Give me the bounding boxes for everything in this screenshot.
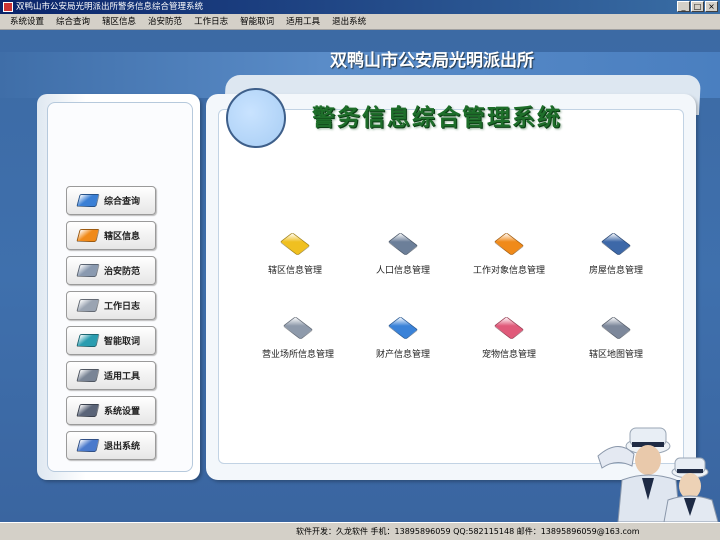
maximize-button[interactable]: □ xyxy=(691,1,704,12)
status-text: 软件开发：久龙软件 手机：13895896059 QQ:582115148 邮件… xyxy=(296,527,640,536)
business-icon xyxy=(282,316,314,340)
feature-work-target[interactable]: 工作对象信息管理 xyxy=(459,232,559,276)
log-icon xyxy=(76,299,100,312)
feature-map[interactable]: 辖区地图管理 xyxy=(566,316,666,360)
feature-house[interactable]: 房屋信息管理 xyxy=(566,232,666,276)
menu-district-info[interactable]: 辖区信息 xyxy=(96,14,142,29)
minimize-button[interactable]: _ xyxy=(677,1,690,12)
sidebar-item-label: 智能取词 xyxy=(104,337,141,347)
menu-bar: 系统设置 综合查询 辖区信息 治安防范 工作日志 智能取词 适用工具 退出系统 xyxy=(0,14,720,30)
settings-icon xyxy=(76,404,100,417)
sidebar-item-label: 适用工具 xyxy=(104,372,141,382)
menu-exit[interactable]: 退出系统 xyxy=(326,14,372,29)
sidebar-item-comprehensive-query[interactable]: 综合查询 xyxy=(66,186,156,215)
property-icon xyxy=(387,316,419,340)
sidebar-item-label: 工作日志 xyxy=(104,302,141,312)
feature-label: 辖区地图管理 xyxy=(588,350,643,360)
police-officers-illustration xyxy=(597,427,719,522)
feature-label: 营业场所信息管理 xyxy=(261,350,334,360)
app-icon xyxy=(3,2,13,12)
work-target-icon xyxy=(493,232,525,256)
sidebar-item-system-settings[interactable]: 系统设置 xyxy=(66,396,156,425)
security-icon xyxy=(76,264,100,277)
feature-district-info[interactable]: 辖区信息管理 xyxy=(245,232,345,276)
sidebar-item-district-info[interactable]: 辖区信息 xyxy=(66,221,156,250)
sidebar-item-label: 治安防范 xyxy=(104,267,141,277)
sidebar-item-label: 综合查询 xyxy=(104,197,141,207)
feature-label: 工作对象信息管理 xyxy=(472,266,545,276)
station-name: 双鸭山市公安局光明派出所 xyxy=(330,51,534,71)
sidebar-item-work-log[interactable]: 工作日志 xyxy=(66,291,156,320)
map-icon xyxy=(600,316,632,340)
feature-label: 宠物信息管理 xyxy=(481,350,536,360)
sidebar-item-public-security[interactable]: 治安防范 xyxy=(66,256,156,285)
word-icon xyxy=(76,334,100,347)
district-info-icon xyxy=(279,232,311,256)
main-area: 双鸭山市公安局光明派出所 综合查询 辖区信息 治安防范 工作日志 智能取词 适用… xyxy=(0,30,720,522)
sidebar-item-tools[interactable]: 适用工具 xyxy=(66,361,156,390)
feature-pet[interactable]: 宠物信息管理 xyxy=(459,316,559,360)
close-button[interactable]: × xyxy=(705,1,718,12)
menu-system-settings[interactable]: 系统设置 xyxy=(4,14,50,29)
window-title: 双鸭山市公安局光明派出所警务信息综合管理系统 xyxy=(16,2,204,12)
house-icon xyxy=(600,232,632,256)
sidebar-panel: 综合查询 辖区信息 治安防范 工作日志 智能取词 适用工具 系统设置 退出系统 xyxy=(37,94,200,480)
exit-icon xyxy=(76,439,100,452)
feature-business[interactable]: 营业场所信息管理 xyxy=(248,316,348,360)
pet-icon xyxy=(493,316,525,340)
window-controls: _ □ × xyxy=(677,1,718,12)
feature-population[interactable]: 人口信息管理 xyxy=(353,232,453,276)
title-bar: 双鸭山市公安局光明派出所警务信息综合管理系统 _ □ × xyxy=(0,0,720,14)
population-icon xyxy=(387,232,419,256)
circle-decoration xyxy=(226,88,286,148)
menu-public-security[interactable]: 治安防范 xyxy=(142,14,188,29)
tools-icon xyxy=(76,369,100,382)
sidebar-item-exit[interactable]: 退出系统 xyxy=(66,431,156,460)
sidebar-item-label: 系统设置 xyxy=(104,407,141,417)
menu-comprehensive-query[interactable]: 综合查询 xyxy=(50,14,96,29)
sidebar-item-label: 辖区信息 xyxy=(104,232,141,242)
menu-smart-word[interactable]: 智能取词 xyxy=(234,14,280,29)
feature-property[interactable]: 财产信息管理 xyxy=(353,316,453,360)
feature-label: 财产信息管理 xyxy=(375,350,430,360)
menu-work-log[interactable]: 工作日志 xyxy=(188,14,234,29)
sidebar-item-label: 退出系统 xyxy=(104,442,141,452)
feature-label: 房屋信息管理 xyxy=(588,266,643,276)
search-icon xyxy=(76,194,100,207)
system-title: 警务信息综合管理系统 xyxy=(312,105,562,131)
status-bar: 软件开发：久龙软件 手机：13895896059 QQ:582115148 邮件… xyxy=(0,522,720,540)
sidebar-item-smart-word[interactable]: 智能取词 xyxy=(66,326,156,355)
broadcast-icon xyxy=(76,229,100,242)
feature-label: 人口信息管理 xyxy=(375,266,430,276)
menu-tools[interactable]: 适用工具 xyxy=(280,14,326,29)
feature-label: 辖区信息管理 xyxy=(267,266,322,276)
